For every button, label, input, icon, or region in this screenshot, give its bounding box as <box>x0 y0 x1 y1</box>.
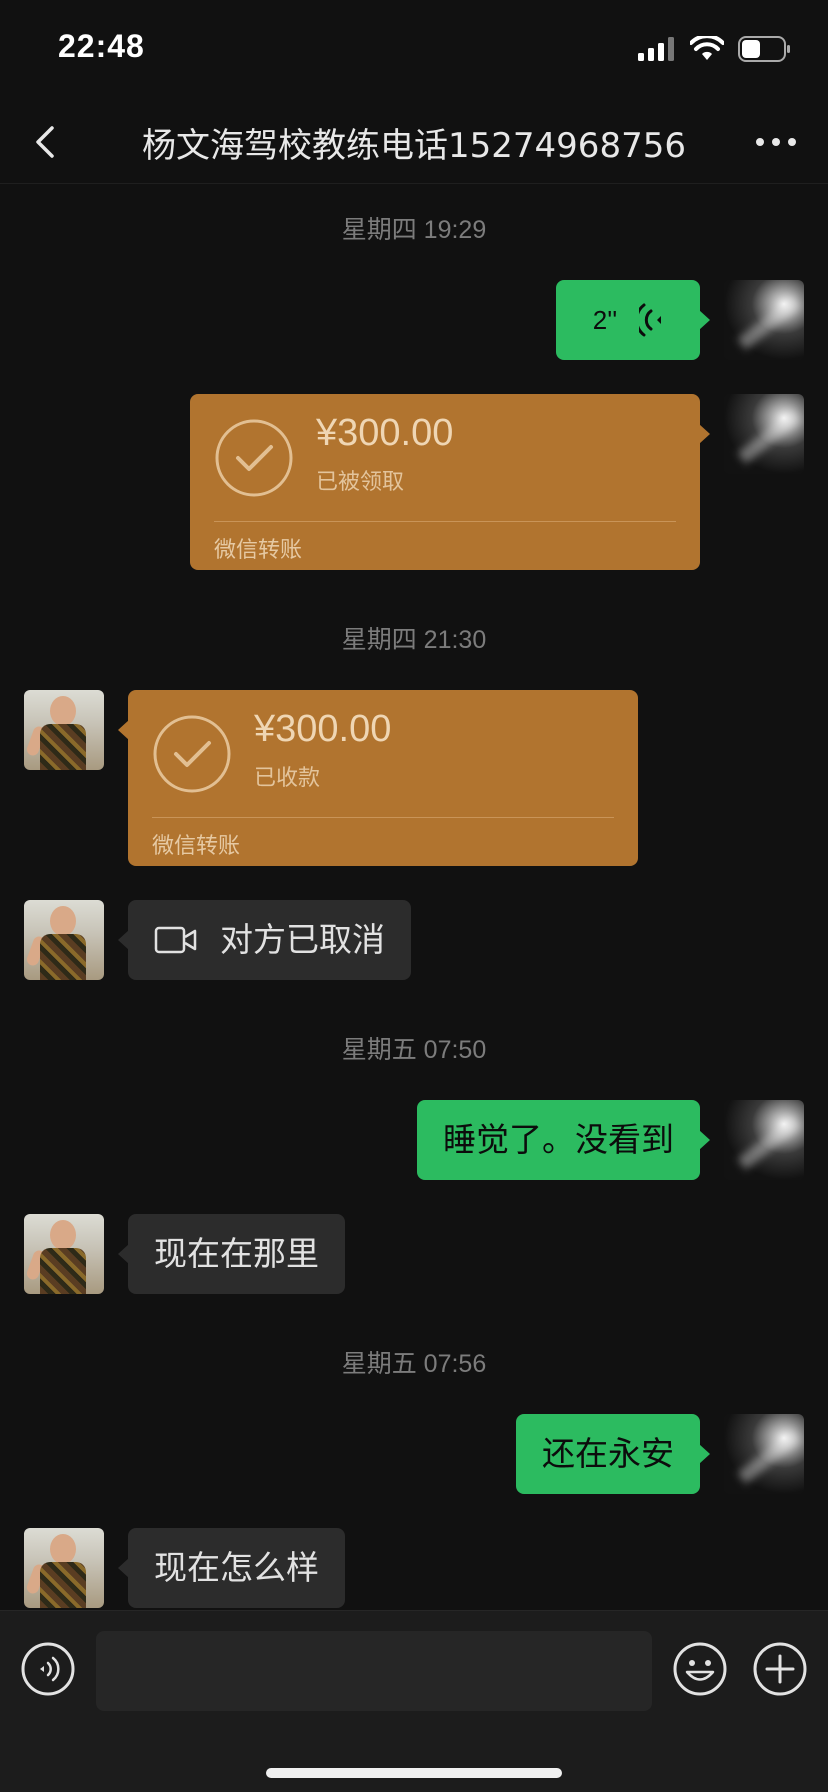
timestamp: 星期四 19:29 <box>341 216 487 244</box>
check-circle-icon <box>153 715 231 793</box>
video-camera-icon <box>154 926 197 954</box>
transfer-amount: ¥300.00 <box>254 708 392 750</box>
transfer-status: 已收款 <box>254 766 321 791</box>
message-bubble[interactable]: 现在怎么样 <box>118 1528 345 1608</box>
timestamp: 星期五 07:56 <box>341 1350 487 1378</box>
transfer-amount: ¥300.00 <box>316 412 454 454</box>
message-bubble[interactable]: 还在永安 <box>516 1414 710 1494</box>
home-indicator[interactable] <box>266 1768 562 1778</box>
voice-input-icon[interactable] <box>20 1641 76 1697</box>
chat-messages[interactable]: 星期四 19:29 2'' ¥300.00 已被领取 微信转账 星期四 21:3… <box>0 184 828 1610</box>
message-input[interactable] <box>96 1631 652 1711</box>
timestamp: 星期五 07:50 <box>341 1036 487 1064</box>
avatar[interactable] <box>724 1414 804 1494</box>
avatar[interactable] <box>724 280 804 360</box>
more-dots-icon[interactable] <box>752 120 800 164</box>
transfer-card[interactable]: ¥300.00 已收款 微信转账 <box>118 690 638 866</box>
transfer-card[interactable]: ¥300.00 已被领取 微信转账 <box>190 394 710 570</box>
avatar[interactable] <box>24 1214 104 1294</box>
signal-icon <box>638 37 674 61</box>
avatar[interactable] <box>724 1100 804 1180</box>
avatar[interactable] <box>24 900 104 980</box>
status-bar: 22:48 <box>0 0 828 100</box>
call-status-text: 对方已取消 <box>220 920 385 959</box>
voice-message-bubble[interactable]: 2'' <box>556 280 710 360</box>
plus-icon[interactable] <box>752 1641 808 1697</box>
avatar[interactable] <box>24 1528 104 1608</box>
wifi-icon <box>690 36 724 60</box>
timestamp: 星期四 21:30 <box>341 626 487 654</box>
status-time: 22:48 <box>58 28 145 64</box>
avatar[interactable] <box>724 394 804 474</box>
battery-icon <box>738 36 790 62</box>
check-circle-icon <box>215 419 293 497</box>
emoji-icon[interactable] <box>672 1641 728 1697</box>
nav-bar: 杨文海驾校教练电话15274968756 <box>0 100 828 184</box>
message-bubble[interactable]: 现在在那里 <box>118 1214 345 1294</box>
chevron-left-icon[interactable] <box>26 118 66 166</box>
status-icons <box>638 36 792 62</box>
avatar[interactable] <box>24 690 104 770</box>
input-bar <box>0 1610 828 1792</box>
voice-wave-icon <box>639 303 662 337</box>
voice-duration: 2'' <box>592 305 618 335</box>
divider <box>214 521 676 522</box>
chat-title: 杨文海驾校教练电话15274968756 <box>142 126 686 166</box>
transfer-status: 已被领取 <box>316 470 405 495</box>
transfer-brand: 微信转账 <box>152 834 241 859</box>
divider <box>152 817 614 818</box>
video-call-bubble[interactable]: 对方已取消 <box>118 900 411 980</box>
transfer-brand: 微信转账 <box>214 538 303 563</box>
message-bubble[interactable]: 睡觉了。没看到 <box>417 1100 710 1180</box>
